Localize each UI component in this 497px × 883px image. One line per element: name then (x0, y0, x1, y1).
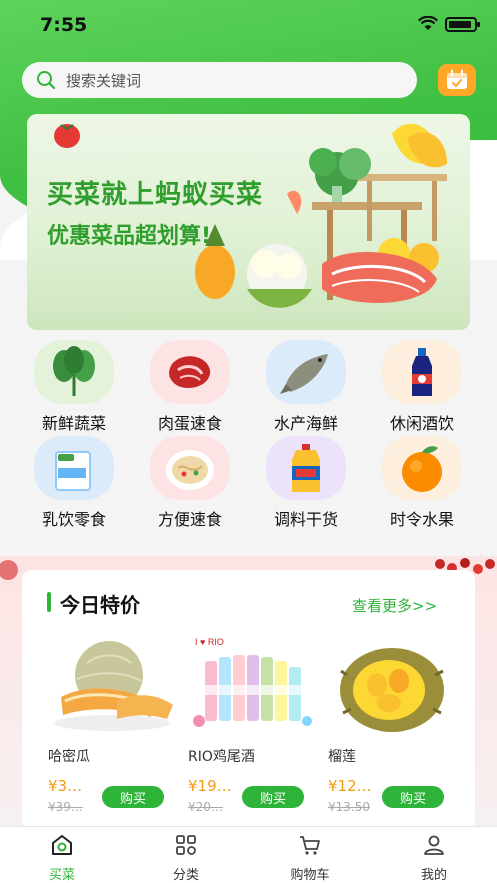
tab-cart[interactable]: 购物车 (270, 833, 350, 883)
category-bubble (266, 340, 346, 404)
buy-button[interactable]: 购买 (102, 786, 164, 808)
search-input[interactable]: 搜索关键词 (22, 62, 417, 98)
category-label: 调料干货 (273, 510, 338, 529)
category-bubble (266, 436, 346, 500)
category-label: 新鲜蔬菜 (41, 414, 106, 433)
meat-icon (169, 356, 211, 389)
product-old-price: ¥20… (188, 800, 223, 814)
deals-title: 今日特价 (60, 593, 140, 617)
category-label: 肉蛋速食 (157, 414, 222, 433)
category-label: 方便速食 (157, 510, 222, 529)
category-label: 时令水果 (389, 510, 454, 529)
category-bubble (382, 436, 462, 500)
product-image (44, 630, 179, 740)
category-meat[interactable]: 肉蛋速食 (140, 340, 240, 433)
title-accent-bar (47, 592, 51, 612)
buy-button[interactable]: 购买 (242, 786, 304, 808)
buy-button[interactable]: 购买 (382, 786, 444, 808)
calendar-button[interactable] (438, 64, 476, 96)
promo-banner[interactable]: 买菜就上蚂蚁买菜 优惠菜品超划算! (27, 114, 470, 330)
bottom-tab-bar: 买菜 分类 购物车 我的 (0, 826, 497, 883)
category-drinks[interactable]: 休闲酒饮 (372, 340, 472, 433)
daily-deals-card: 今日特价 查看更多>> 哈密瓜 ¥3… ¥39… 购买 I ♥ RIO RIO鸡… (22, 570, 475, 830)
product-card[interactable]: 榴莲 ¥12… ¥13.50 购买 (324, 630, 459, 820)
user-icon (424, 835, 444, 855)
oil-icon (292, 444, 320, 492)
wifi-icon (418, 16, 438, 30)
product-name: RIO鸡尾酒 (188, 749, 255, 765)
tab-label: 分类 (172, 868, 199, 883)
cart-icon (300, 836, 320, 855)
category-instant[interactable]: 方便速食 (140, 436, 240, 529)
durian-icon (339, 648, 444, 732)
status-time: 7:55 (40, 14, 88, 36)
banner-headline: 买菜就上蚂蚁买菜 (47, 180, 264, 210)
search-icon (37, 71, 56, 90)
category-icon (176, 835, 196, 855)
banner-subheadline: 优惠菜品超划算! (47, 224, 212, 249)
milk-icon (55, 451, 91, 491)
home-icon (52, 835, 72, 855)
product-price: ¥3… (48, 777, 83, 795)
category-bubble (150, 340, 230, 404)
battery-icon (445, 17, 480, 32)
cocktail-bottles-icon: I ♥ RIO (192, 637, 312, 727)
category-bubble (34, 436, 114, 500)
product-old-price: ¥39… (48, 800, 83, 814)
melon-icon (53, 641, 173, 731)
product-image (324, 630, 459, 740)
noodle-icon (166, 450, 214, 490)
tab-profile[interactable]: 我的 (394, 833, 474, 883)
tab-buy-groceries[interactable]: 买菜 (22, 833, 102, 883)
category-dairy[interactable]: 乳饮零食 (24, 436, 124, 529)
category-bubble (150, 436, 230, 500)
vegetable-icon (53, 346, 95, 396)
product-card[interactable]: I ♥ RIO RIO鸡尾酒 ¥19… ¥20… 购买 (184, 630, 319, 820)
product-card[interactable]: 哈密瓜 ¥3… ¥39… 购买 (44, 630, 179, 820)
category-condiments[interactable]: 调料干货 (256, 436, 356, 529)
status-bar: 7:55 (0, 0, 497, 50)
category-seafood[interactable]: 水产海鲜 (256, 340, 356, 433)
category-label: 乳饮零食 (41, 510, 106, 529)
product-image: I ♥ RIO (184, 630, 319, 740)
tab-label: 我的 (420, 868, 447, 883)
category-bubble (382, 340, 462, 404)
product-name: 哈密瓜 (48, 749, 90, 765)
tab-label: 购物车 (290, 868, 330, 883)
calendar-check-icon (447, 69, 467, 89)
category-fruits[interactable]: 时令水果 (372, 436, 472, 529)
product-name: 榴莲 (328, 749, 356, 765)
tab-category[interactable]: 分类 (146, 833, 226, 883)
category-label: 休闲酒饮 (389, 414, 454, 433)
orange-icon (402, 446, 442, 492)
category-vegetable[interactable]: 新鲜蔬菜 (24, 340, 124, 433)
product-price: ¥19… (188, 777, 232, 795)
svg-text:I ♥ RIO: I ♥ RIO (195, 637, 224, 647)
tab-label: 买菜 (48, 868, 75, 883)
search-placeholder: 搜索关键词 (66, 71, 142, 90)
view-more-link[interactable]: 查看更多>> (352, 595, 437, 616)
fish-icon (280, 354, 328, 394)
product-price: ¥12… (328, 777, 372, 795)
product-old-price: ¥13.50 (328, 800, 370, 814)
drink-icon (412, 348, 432, 396)
category-bubble (34, 340, 114, 404)
category-label: 水产海鲜 (273, 414, 338, 433)
